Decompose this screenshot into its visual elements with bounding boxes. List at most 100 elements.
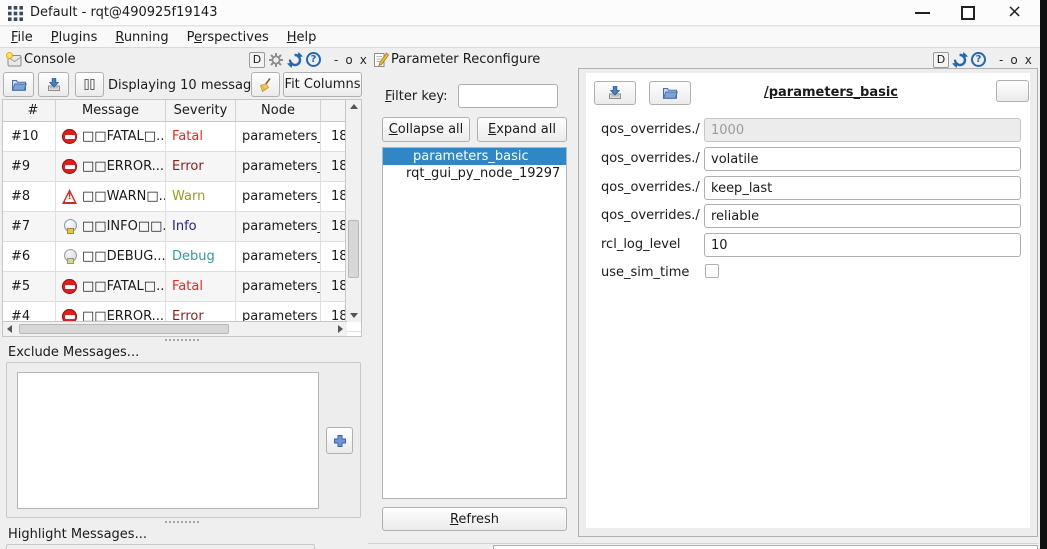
console-clear-button[interactable] — [251, 72, 280, 97]
filter-key-input[interactable] — [458, 84, 558, 108]
reconfigure-dock-button[interactable]: D — [933, 52, 949, 68]
console-float-button[interactable]: o — [343, 53, 354, 67]
scroll-down-icon[interactable] — [350, 313, 358, 318]
param-label-use-sim-time: use_sim_time — [601, 265, 700, 280]
scroll-right-icon[interactable] — [338, 325, 343, 333]
console-panel-title: Console — [24, 52, 76, 67]
horizontal-scroll-thumb[interactable] — [19, 324, 229, 334]
cell-num: #10 — [3, 122, 56, 151]
param-label-qos-depth: qos_overrides./pa — [601, 122, 700, 137]
param-input-qos-durability[interactable] — [704, 147, 1021, 171]
open-folder-icon — [662, 85, 678, 101]
cell-message: □□ERROR... — [56, 152, 166, 181]
menu-plugins[interactable]: Plugins — [42, 29, 107, 46]
expand-all-button[interactable]: Expand all — [477, 117, 567, 142]
menu-bar: File Plugins Running Perspectives Help — [0, 27, 1040, 48]
menu-perspectives[interactable]: Perspectives — [178, 29, 278, 46]
table-row[interactable]: #7 □□INFO□□... Info parameters_... 18 — [3, 212, 361, 242]
add-exclude-filter-button[interactable] — [326, 427, 353, 454]
severity-icon — [62, 249, 77, 264]
console-save-button[interactable] — [38, 72, 69, 97]
cell-severity: Debug — [166, 242, 236, 271]
reconfigure-bottom-pane — [493, 545, 1038, 549]
cell-stamp: 18 — [321, 272, 346, 301]
column-header-stamp[interactable] — [321, 100, 346, 121]
reconfigure-bottom-divider — [368, 543, 1038, 544]
tree-item-rqt-gui-py-node[interactable]: rqt_gui_py_node_19297 — [383, 165, 566, 182]
column-header-node[interactable]: Node — [236, 100, 321, 121]
cell-node: parameters_... — [236, 152, 321, 181]
reconfigure-close-button[interactable]: x — [1023, 53, 1034, 67]
exclude-messages-label: Exclude Messages... — [8, 345, 139, 360]
console-load-button[interactable] — [3, 72, 34, 97]
severity-icon — [62, 129, 77, 144]
param-input-qos-history[interactable] — [704, 176, 1021, 200]
severity-icon — [62, 189, 77, 204]
table-header-row: # Message Severity Node — [3, 100, 361, 122]
scroll-left-icon[interactable] — [7, 325, 12, 333]
console-help-icon[interactable] — [306, 52, 321, 67]
param-input-rcl-log-level[interactable] — [704, 233, 1021, 257]
console-refresh-icon[interactable] — [287, 52, 303, 68]
console-close-button[interactable]: x — [358, 53, 369, 67]
highlight-splitter-handle[interactable] — [165, 521, 199, 523]
cell-stamp: 18 — [321, 242, 346, 271]
param-input-qos-reliability[interactable] — [704, 204, 1021, 228]
console-dock-controls: D - o x — [249, 51, 369, 68]
param-label-rcl-log-level: rcl_log_level — [601, 237, 700, 252]
screen-edge — [1040, 0, 1047, 549]
vertical-scroll-thumb[interactable] — [348, 220, 359, 278]
column-header-severity[interactable]: Severity — [166, 100, 236, 121]
table-horizontal-scrollbar[interactable] — [3, 321, 347, 336]
cell-message: □□WARN□... — [56, 182, 166, 211]
cell-message: □□DEBUG... — [56, 242, 166, 271]
cell-stamp: 18 — [321, 182, 346, 211]
collapse-all-button[interactable]: Collapse all — [382, 117, 470, 142]
table-row[interactable]: #10 □□FATAL□... Fatal parameters_... 18 — [3, 122, 361, 152]
cell-node: parameters_... — [236, 182, 321, 211]
reconfigure-minimize-button[interactable]: - — [997, 53, 1005, 67]
rqt-window: Default - rqt@490925f19143 × File Plugin… — [0, 0, 1047, 549]
menu-running[interactable]: Running — [106, 29, 177, 46]
table-row[interactable]: #6 □□DEBUG... Debug parameters_... 18 — [3, 242, 361, 272]
node-tree: parameters_basic rqt_gui_py_node_19297 — [382, 147, 567, 499]
param-extra-button[interactable] — [996, 80, 1029, 102]
param-label-qos-history: qos_overrides./pa — [601, 180, 700, 195]
column-header-message[interactable]: Message — [56, 100, 166, 121]
cell-severity: Fatal — [166, 122, 236, 151]
exclude-filter-list[interactable] — [17, 372, 319, 509]
param-checkbox-use-sim-time[interactable] — [705, 264, 719, 278]
param-input-qos-depth — [704, 118, 1021, 142]
menu-help[interactable]: Help — [278, 29, 326, 46]
menu-file[interactable]: File — [2, 29, 42, 46]
cell-stamp: 18 — [321, 122, 346, 151]
table-row[interactable]: #9 □□ERROR... Error parameters_... 18 — [3, 152, 361, 182]
reconfigure-refresh-icon[interactable] — [952, 52, 968, 68]
column-header-num[interactable]: # — [3, 100, 56, 121]
console-minimize-button[interactable]: - — [332, 53, 340, 67]
table-row[interactable]: #5 □□FATAL□... Fatal parameters_... 18 — [3, 272, 361, 302]
reconfigure-help-icon[interactable] — [971, 52, 986, 67]
open-folder-icon — [11, 77, 27, 93]
scroll-up-icon[interactable] — [350, 104, 358, 109]
reconfigure-panel-title: Parameter Reconfigure — [391, 52, 540, 67]
window-close-button[interactable]: × — [1007, 1, 1022, 22]
fit-columns-button[interactable]: Fit Columns — [283, 72, 362, 97]
console-settings-gear-icon[interactable] — [268, 52, 284, 68]
reconfigure-float-button[interactable]: o — [1008, 53, 1019, 67]
param-load-button[interactable] — [649, 81, 691, 105]
param-save-button[interactable] — [594, 81, 636, 105]
tree-item-parameters-basic[interactable]: parameters_basic — [383, 148, 566, 165]
table-vertical-scrollbar[interactable] — [345, 100, 361, 322]
cell-severity: Info — [166, 212, 236, 241]
console-splitter-handle[interactable] — [165, 339, 199, 341]
table-row[interactable]: #8 □□WARN□... Warn parameters_... 18 — [3, 182, 361, 212]
selected-node-title: /parameters_basic — [701, 85, 961, 100]
cell-message: □□FATAL□... — [56, 272, 166, 301]
refresh-button[interactable]: Refresh — [382, 507, 567, 531]
window-maximize-button[interactable] — [961, 6, 975, 20]
console-dock-button[interactable]: D — [249, 52, 265, 68]
plus-icon — [332, 433, 348, 449]
window-minimize-button[interactable] — [915, 12, 930, 14]
console-pause-button[interactable] — [75, 72, 104, 97]
